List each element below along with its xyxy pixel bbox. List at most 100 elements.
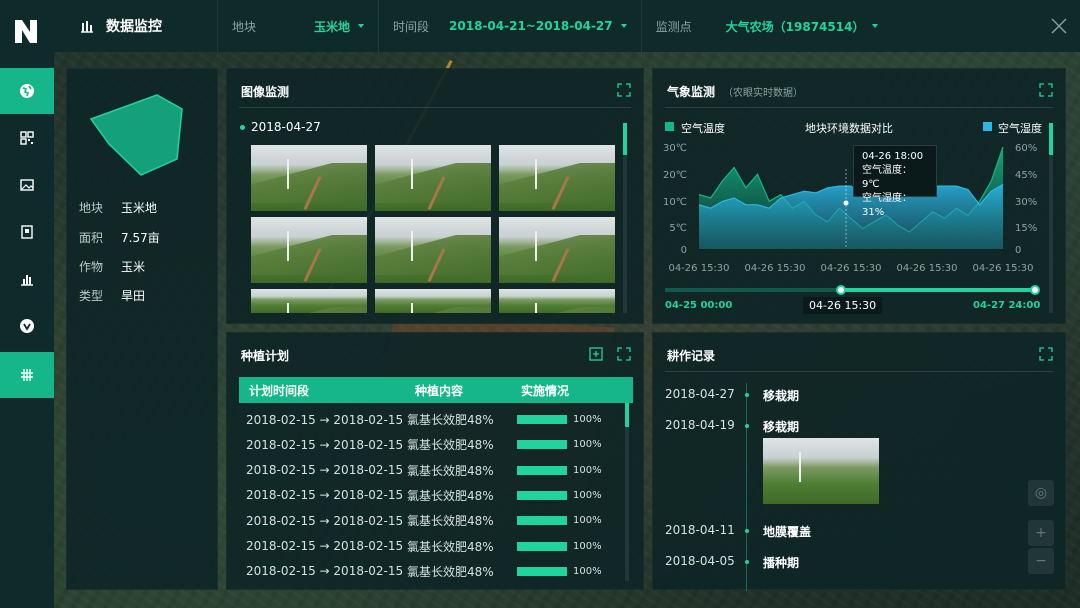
period-select-value: 2018-04-21~2018-04-27 <box>449 19 613 33</box>
progress-percent: 100% <box>573 540 602 552</box>
table-header: 计划时间段 种植内容 实施情况 <box>239 377 633 403</box>
document-icon <box>21 225 33 239</box>
log-photo[interactable] <box>763 438 879 504</box>
table-row[interactable]: 2018-02-15 → 2018-02-15 氯基长效肥48% 100% <box>239 407 629 432</box>
photo-pole <box>799 452 801 482</box>
expand-icon[interactable] <box>1039 347 1053 361</box>
photo-path <box>551 248 570 282</box>
scrollbar-thumb[interactable] <box>625 403 629 427</box>
progress-bar <box>517 516 567 526</box>
nav-bar-chart[interactable] <box>0 256 54 302</box>
tooltip-temp: 空气温度： 9℃ <box>862 165 912 190</box>
photo-pole <box>411 303 413 313</box>
progress-percent: 100% <box>573 414 602 425</box>
nav-document[interactable] <box>0 209 54 255</box>
column-header: 实施情况 <box>521 383 570 398</box>
image-icon <box>20 179 34 191</box>
progress-bar <box>517 490 567 500</box>
caret-down-icon <box>872 24 879 28</box>
image-thumbnail[interactable] <box>375 289 491 313</box>
expand-icon[interactable] <box>617 83 631 97</box>
weather-panel: 气象监测 （农眼实时数据） 空气温度 地块环境数据对比 空气湿度 30℃ 20℃ 10… <box>652 68 1066 324</box>
nav-image[interactable] <box>0 162 54 208</box>
title-section: 数据监控 <box>54 0 218 52</box>
log-event: 地膜覆盖 <box>763 525 812 539</box>
crosshair-point <box>843 200 849 206</box>
photo-pole <box>287 303 289 313</box>
x-tick-label: 04-26 15:30 <box>744 263 805 274</box>
close-icon[interactable] <box>1050 17 1068 35</box>
timeline-dot <box>745 560 749 564</box>
zoom-in-icon[interactable]: + <box>1028 520 1054 546</box>
zoom-out-icon[interactable]: − <box>1028 548 1054 574</box>
period-select[interactable]: 2018-04-21~2018-04-27 <box>449 19 627 33</box>
scrollbar-thumb[interactable] <box>1049 123 1053 155</box>
bar-chart-icon <box>21 275 33 286</box>
nav-check[interactable] <box>0 303 54 349</box>
column-header: 计划时间段 <box>249 383 310 398</box>
y-tick-right: 0 <box>1015 245 1021 256</box>
scrollbar-thumb[interactable] <box>623 123 627 155</box>
plan-period: 2018-02-15 → 2018-02-15 <box>246 437 404 452</box>
image-thumbnail[interactable] <box>251 145 367 211</box>
plan-content: 氯基长效肥48% <box>407 438 494 453</box>
plan-period: 2018-02-15 → 2018-02-15 <box>246 463 404 478</box>
image-thumbnail[interactable] <box>499 145 615 211</box>
panel-title: 种植计划 <box>241 349 290 363</box>
progress-percent: 100% <box>573 439 602 451</box>
panel-title: 耕作记录 <box>667 349 716 363</box>
photo-pole <box>535 159 537 189</box>
field-select[interactable]: 玉米地 <box>314 18 365 35</box>
station-select-value: 大气农场（19874514） <box>725 19 865 34</box>
nav-grid[interactable] <box>0 115 54 161</box>
plan-period: 2018-02-15 → 2018-02-15 <box>246 539 404 553</box>
caret-down-icon <box>620 24 627 28</box>
period-label: 时间段 <box>393 19 430 34</box>
table-row[interactable]: 2018-02-15 → 2018-02-15 氯基长效肥48% 100% <box>239 483 629 508</box>
log-date: 2018-04-19 <box>665 418 735 432</box>
image-thumbnail[interactable] <box>499 289 615 313</box>
nav-globe[interactable] <box>0 68 54 114</box>
divider <box>378 0 380 52</box>
nav-field-grid[interactable] <box>0 352 54 398</box>
x-tick-label: 04-26 15:30 <box>668 263 729 274</box>
progress-percent: 100% <box>573 464 602 476</box>
image-date: 2018-04-27 <box>251 120 321 134</box>
chart-tooltip: 04-26 18:00 空气温度： 9℃ 空气湿度： 31% <box>853 145 937 218</box>
timeline-dot <box>745 529 749 533</box>
add-icon[interactable] <box>589 347 603 361</box>
field-shape <box>89 94 183 176</box>
table-row[interactable]: 2018-02-15 → 2018-02-15 氯基长效肥48% 100% <box>239 508 629 533</box>
y-tick-left: 10℃ <box>663 197 687 208</box>
progress-bar <box>517 440 567 450</box>
image-thumbnail[interactable] <box>251 289 367 313</box>
chart-icon <box>81 21 93 33</box>
plan-content: 氯基长效肥48% <box>407 413 494 427</box>
plan-content: 氯基长效肥48% <box>407 514 494 529</box>
progress-bar <box>517 415 567 424</box>
table-row[interactable]: 2018-02-15 → 2018-02-15 氯基长效肥48% 100% <box>239 534 629 559</box>
log-event: 移栽期 <box>763 420 800 434</box>
info-value: 7.57亩 <box>121 231 160 245</box>
x-tick-label: 04-26 15:30 <box>972 263 1033 274</box>
photo-pole <box>287 159 289 189</box>
check-circle-icon <box>20 319 34 333</box>
locate-icon[interactable]: ◎ <box>1028 480 1054 506</box>
table-row[interactable]: 2018-02-15 → 2018-02-15 氯基长效肥48% 100% <box>239 432 629 457</box>
image-thumbnail[interactable] <box>499 217 615 283</box>
scrollbar[interactable] <box>625 403 629 581</box>
image-thumbnail[interactable] <box>375 145 491 211</box>
plan-period: 2018-02-15 → 2018-02-15 <box>246 488 404 503</box>
divider <box>640 0 642 52</box>
table-row[interactable]: 2018-02-15 → 2018-02-15 氯基长效肥48% 100% <box>239 458 629 483</box>
image-thumbnail[interactable] <box>375 217 491 283</box>
image-thumbnail[interactable] <box>251 217 367 283</box>
divider <box>665 371 1053 372</box>
info-row-type: 类型 旱田 <box>79 287 145 304</box>
y-tick-left: 20℃ <box>663 170 687 181</box>
expand-icon[interactable] <box>617 347 631 361</box>
slider-end: 04-27 24:00 <box>973 300 1041 311</box>
station-select[interactable]: 大气农场（19874514） <box>726 18 879 35</box>
plan-content: 氯基长效肥48% <box>407 463 494 478</box>
table-row[interactable]: 2018-02-15 → 2018-02-15 氯基长效肥48% 100% <box>239 559 629 584</box>
